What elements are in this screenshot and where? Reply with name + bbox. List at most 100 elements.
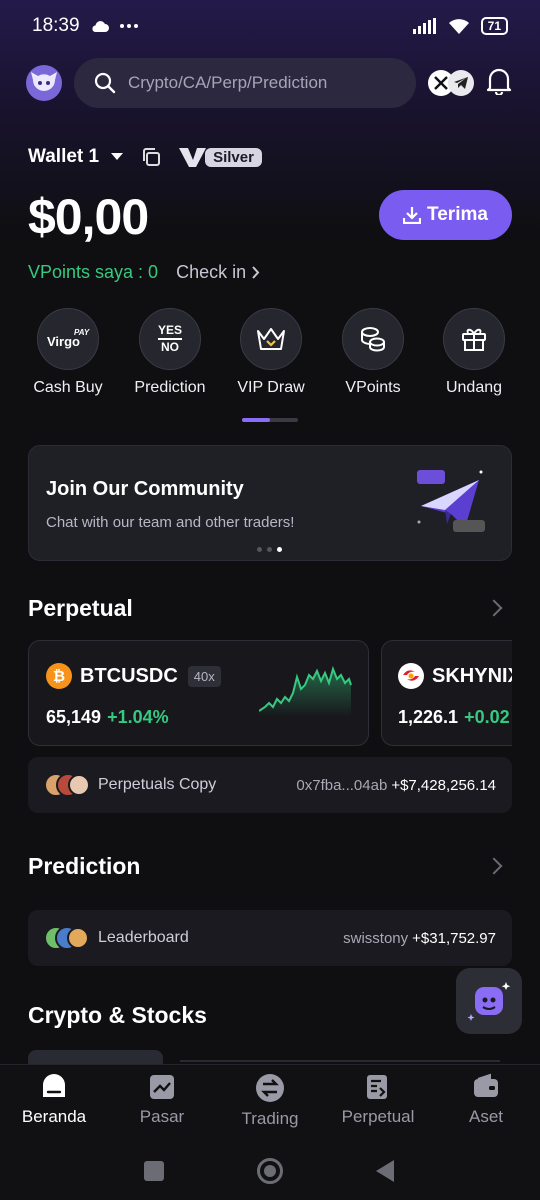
perpetual-cards-scroller: ₿ BTCUSDC 40x 65,149 +1.04% SKHYNIX 1,22… — [28, 640, 512, 746]
quick-action-prediction[interactable]: YES NO Prediction — [115, 308, 225, 397]
leaderboard-value: +$31,752.97 — [412, 929, 496, 947]
top-header: Crypto/CA/Perp/Prediction — [26, 58, 514, 108]
perp-card-skhynix[interactable]: SKHYNIX 1,226.1 +0.02 — [381, 640, 512, 746]
crypto-stocks-title: Crypto & Stocks — [28, 1002, 207, 1028]
tab-strip — [180, 1060, 500, 1062]
assistant-bot-icon — [467, 982, 511, 1021]
quick-action-label: Undang — [445, 379, 503, 396]
nav-label: Trading — [241, 1109, 299, 1128]
points-row: VPoints saya : 0 Check in — [28, 262, 260, 283]
copy-address: 0x7fba...04ab — [296, 776, 388, 794]
nav-trading[interactable]: Trading — [216, 1073, 324, 1129]
home-system-button[interactable] — [257, 1158, 283, 1184]
perp-change: +0.02 — [464, 707, 510, 727]
gift-icon — [443, 308, 505, 370]
receive-button[interactable]: Terima — [379, 190, 512, 240]
recent-apps-button[interactable] — [144, 1161, 164, 1181]
receive-label: Terima — [427, 204, 488, 225]
perp-price: 1,226.1 — [398, 707, 459, 727]
vpoints-label[interactable]: VPoints saya : 0 — [28, 262, 158, 283]
assistant-fab[interactable] — [456, 968, 522, 1034]
perpetual-icon — [367, 1075, 387, 1099]
crown-icon — [240, 308, 302, 370]
no-text: NO — [161, 339, 179, 354]
quick-action-vpoints[interactable]: VPoints — [318, 308, 428, 397]
nav-assets[interactable]: Aset — [432, 1073, 540, 1127]
telegram-icon[interactable] — [448, 70, 474, 96]
wallet-icon — [474, 1073, 498, 1097]
quick-actions: Virgo PAY Cash Buy YES NO Prediction VIP … — [0, 308, 540, 408]
perp-price-row: 65,149 +1.04% — [46, 707, 169, 728]
notification-bell[interactable] — [486, 67, 512, 100]
battery-indicator: 71 — [480, 17, 508, 35]
bottom-nav: Beranda Pasar Trading Perpetual Aset — [0, 1064, 540, 1200]
nav-label: Aset — [468, 1107, 504, 1126]
copy-label: Perpetuals Copy — [98, 776, 217, 793]
download-icon — [403, 207, 422, 224]
system-nav-bar — [0, 1151, 540, 1200]
wallet-selector[interactable]: Wallet 1 Silver — [28, 142, 262, 172]
perp-price: 65,149 — [46, 707, 102, 727]
banner-subtitle: Chat with our team and other traders! — [46, 514, 295, 531]
btc-sparkline — [259, 665, 352, 717]
search-bar[interactable]: Crypto/CA/Perp/Prediction — [74, 58, 416, 108]
tier-badge-group[interactable]: Silver — [179, 146, 262, 168]
status-right: 71 — [412, 17, 508, 35]
leaderboard-row[interactable]: Leaderboard swisstony +$31,752.97 — [28, 910, 512, 966]
status-time: 18:39 — [32, 15, 80, 36]
prediction-title: Prediction — [28, 852, 141, 879]
coins-icon — [342, 308, 404, 370]
perp-card-btc[interactable]: ₿ BTCUSDC 40x 65,149 +1.04% — [28, 640, 369, 746]
checkin-link[interactable]: Check in — [176, 262, 260, 283]
tier-badge: Silver — [205, 147, 262, 167]
svg-text:PAY: PAY — [74, 328, 90, 337]
leverage-badge: 40x — [187, 665, 221, 687]
perp-price-row: 1,226.1 +0.02 — [398, 707, 510, 728]
swap-icon — [256, 1074, 284, 1102]
status-bar: 18:39 71 — [0, 0, 540, 52]
wallet-balance: $0,00 — [28, 189, 149, 245]
carousel-dots — [257, 547, 282, 552]
nav-label: Beranda — [21, 1107, 87, 1126]
quick-action-label: VIP Draw — [237, 379, 305, 396]
bitcoin-icon: ₿ — [46, 663, 72, 689]
prediction-header[interactable]: Prediction — [28, 850, 512, 882]
trader-avatars-icon — [44, 773, 90, 797]
tab-chip[interactable] — [28, 1050, 163, 1064]
back-system-button[interactable] — [374, 1159, 396, 1183]
chevron-right-icon — [485, 857, 503, 875]
nav-perpetual[interactable]: Perpetual — [324, 1073, 432, 1127]
community-banner[interactable]: Join Our Community Chat with our team an… — [28, 445, 512, 561]
yes-no-icon: YES NO — [139, 308, 201, 370]
nav-home[interactable]: Beranda — [0, 1073, 108, 1127]
nav-market[interactable]: Pasar — [108, 1073, 216, 1127]
leaderboard-avatars-icon — [44, 926, 89, 950]
quick-action-label: Cash Buy — [33, 379, 103, 396]
leaderboard-user: swisstony — [343, 929, 409, 947]
quick-action-label: Prediction — [134, 379, 206, 396]
wallet-name: Wallet 1 — [28, 146, 100, 167]
perpetual-header[interactable]: Perpetual — [28, 592, 512, 624]
perp-pair: SKHYNIX — [432, 664, 512, 687]
virgo-pay-icon: Virgo PAY — [37, 308, 99, 370]
caret-down-icon — [111, 153, 124, 160]
svg-text:₿: ₿ — [53, 668, 65, 685]
paper-plane-icon — [417, 470, 485, 532]
sk-logo-icon — [398, 663, 424, 689]
copy-value: +$7,428,256.14 — [391, 776, 496, 794]
nav-label: Perpetual — [341, 1107, 415, 1126]
perpetual-title: Perpetual — [28, 594, 133, 621]
market-chart-icon — [150, 1075, 174, 1099]
perp-card-header: ₿ BTCUSDC 40x — [46, 663, 221, 689]
perpetuals-copy-row[interactable]: Perpetuals Copy 0x7fba...04ab +$7,428,25… — [28, 757, 512, 813]
perp-card-header: SKHYNIX — [398, 663, 512, 689]
status-left: 18:39 — [32, 15, 138, 37]
home-icon — [43, 1074, 65, 1097]
copy-icon[interactable] — [141, 147, 161, 167]
profile-avatar[interactable] — [26, 65, 62, 101]
quick-action-label: VPoints — [345, 379, 401, 396]
quick-action-invite[interactable]: Undang — [419, 308, 529, 397]
more-dots-icon — [119, 24, 138, 28]
quick-action-cash-buy[interactable]: Virgo PAY Cash Buy — [13, 308, 123, 397]
quick-action-vip-draw[interactable]: VIP Draw — [216, 308, 326, 397]
